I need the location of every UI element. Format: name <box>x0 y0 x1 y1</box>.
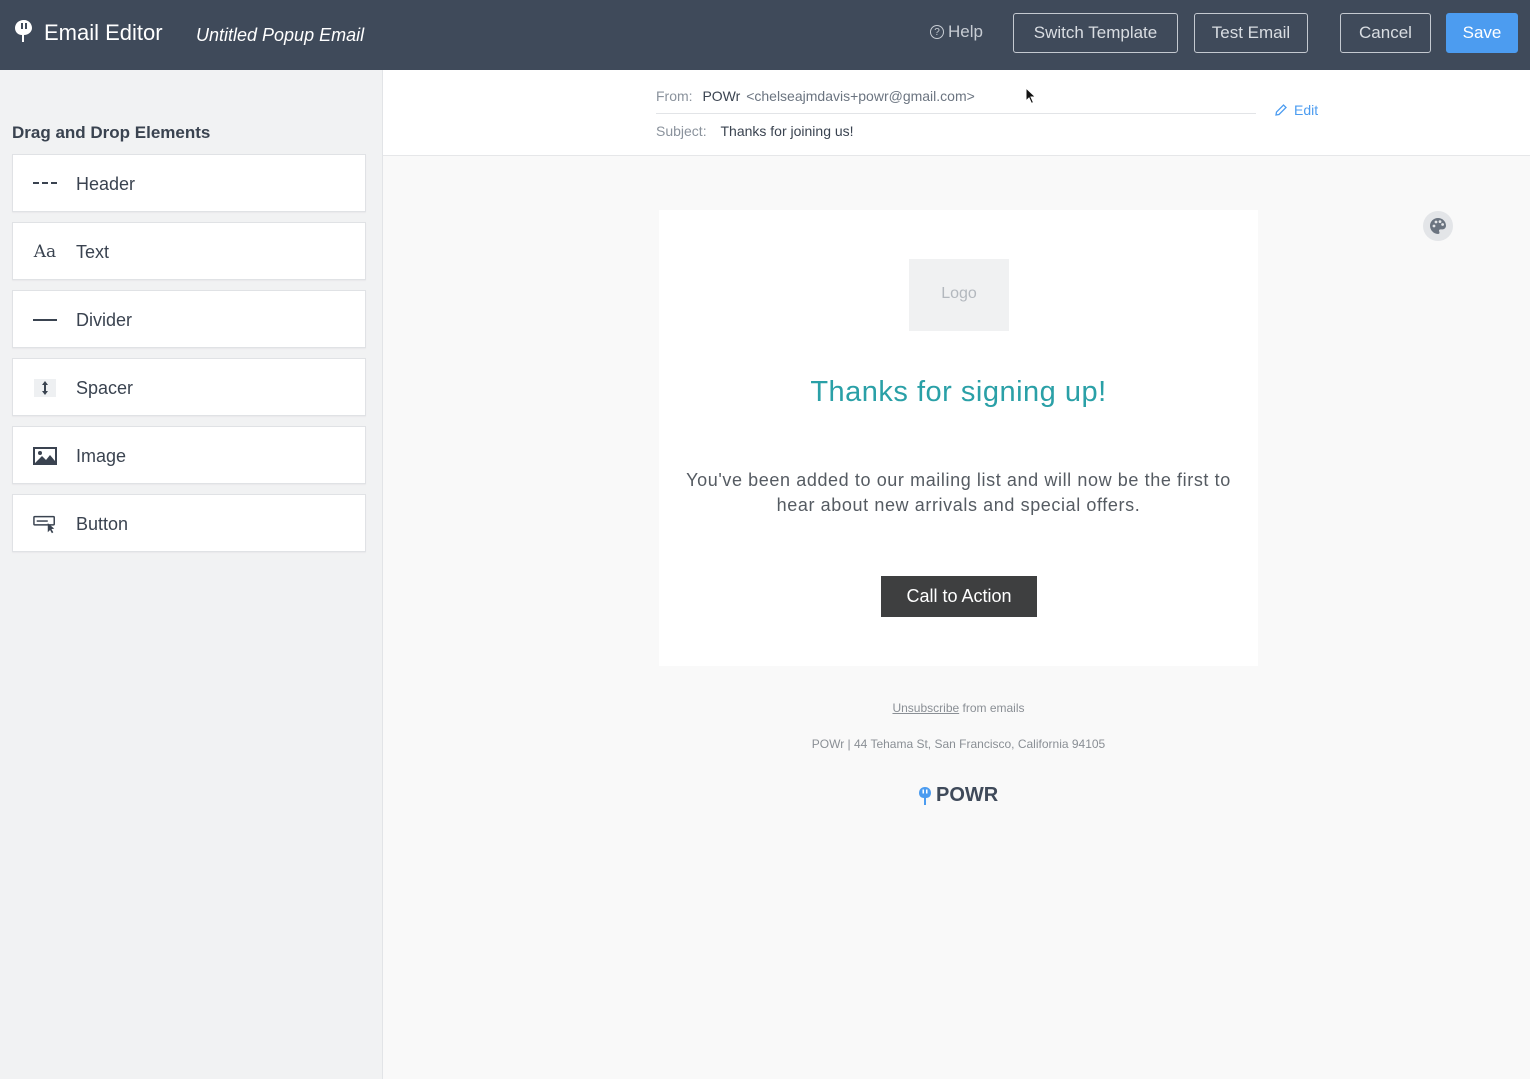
element-divider[interactable]: Divider <box>12 290 366 348</box>
theme-palette-button[interactable] <box>1423 211 1453 241</box>
element-button[interactable]: Button <box>12 494 366 552</box>
email-meta-header: From: POWr <chelseajmdavis+powr@gmail.co… <box>383 70 1530 156</box>
element-label: Header <box>76 174 136 194</box>
help-link[interactable]: ? Help <box>930 22 983 42</box>
switch-template-button[interactable]: Switch Template <box>1013 13 1178 53</box>
elements-sidebar: Drag and Drop Elements Header Aa Text Di… <box>0 70 383 1079</box>
element-spacer[interactable]: Spacer <box>12 358 366 416</box>
unsubscribe-text: from emails <box>959 701 1025 715</box>
email-body-text[interactable]: You've been added to our mailing list an… <box>679 468 1238 518</box>
element-label: Divider <box>76 310 133 330</box>
sidebar-title: Drag and Drop Elements <box>12 123 211 142</box>
header-dashes-icon <box>33 173 57 195</box>
footer-powr-logo: POWR <box>918 784 998 807</box>
from-name: POWr <box>702 88 741 104</box>
subject-row: Subject: Thanks for joining us! <box>656 123 854 139</box>
text-aa-icon: Aa <box>33 242 57 262</box>
button-cursor-icon <box>33 513 57 535</box>
help-label: Help <box>948 22 983 41</box>
mouse-cursor-icon <box>1025 87 1037 105</box>
subject-value: Thanks for joining us! <box>720 123 854 139</box>
element-text[interactable]: Aa Text <box>12 222 366 280</box>
from-email: <chelseajmdavis+powr@gmail.com> <box>746 88 975 104</box>
footer-address: POWr | 44 Tehama St, San Francisco, Cali… <box>811 737 1106 751</box>
app-title: Email Editor <box>44 20 163 45</box>
powr-logo-icon <box>15 20 32 42</box>
edit-label: Edit <box>1294 102 1319 118</box>
element-image[interactable]: Image <box>12 426 366 484</box>
from-key: From: <box>656 88 693 104</box>
element-label: Text <box>76 242 110 262</box>
email-canvas: Logo Thanks for signing up! You've been … <box>383 156 1530 1079</box>
save-button[interactable]: Save <box>1446 13 1518 53</box>
image-icon <box>33 445 57 467</box>
logo-placeholder[interactable]: Logo <box>909 259 1009 331</box>
spacer-arrows-icon <box>33 377 57 399</box>
unsubscribe-link[interactable]: Unsubscribe <box>892 701 959 715</box>
divider-line-icon <box>33 309 57 331</box>
from-row: From: POWr <chelseajmdavis+powr@gmail.co… <box>656 88 1256 114</box>
top-bar: Email Editor Untitled Popup Email ? Help… <box>0 0 1530 70</box>
element-label: Spacer <box>76 378 134 398</box>
footer-brand-text: POWR <box>936 784 999 806</box>
help-icon: ? <box>930 25 944 39</box>
subject-key: Subject: <box>656 123 707 139</box>
document-title[interactable]: Untitled Popup Email <box>196 25 364 46</box>
edit-meta-link[interactable]: Edit <box>1274 102 1318 118</box>
powr-plug-icon <box>919 786 931 805</box>
palette-icon <box>1430 218 1446 234</box>
element-label: Button <box>76 514 129 534</box>
call-to-action-button[interactable]: Call to Action <box>881 576 1037 617</box>
element-header[interactable]: Header <box>12 154 366 212</box>
element-list: Header Aa Text Divider Spacer Image Butt… <box>12 154 366 562</box>
cancel-button[interactable]: Cancel <box>1340 13 1431 53</box>
pencil-icon <box>1275 104 1287 116</box>
email-headline[interactable]: Thanks for signing up! <box>659 376 1258 409</box>
test-email-button[interactable]: Test Email <box>1194 13 1308 53</box>
unsubscribe-line: Unsubscribe from emails <box>659 701 1258 715</box>
email-body-card[interactable]: Logo Thanks for signing up! You've been … <box>659 210 1258 666</box>
element-label: Image <box>76 446 127 466</box>
